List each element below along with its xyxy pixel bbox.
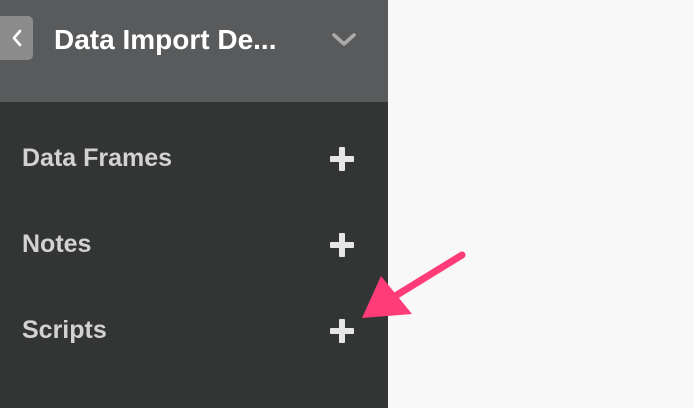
chevron-left-icon: [12, 29, 21, 47]
project-dropdown-toggle[interactable]: [328, 26, 360, 54]
back-button[interactable]: [0, 16, 33, 60]
scripts-add-button[interactable]: [328, 317, 356, 345]
section-data-frames: Data Frames: [0, 128, 388, 188]
plus-icon: [330, 319, 354, 343]
sidebar: Data Import De... Data Frames Notes Scri…: [0, 0, 388, 408]
sidebar-header: Data Import De...: [0, 0, 388, 102]
main-content-area: [388, 0, 694, 408]
data-frames-add-button[interactable]: [328, 145, 356, 173]
chevron-down-icon: [332, 33, 356, 46]
section-label-notes[interactable]: Notes: [22, 214, 91, 274]
plus-icon: [330, 147, 354, 171]
section-notes: Notes: [0, 214, 388, 274]
notes-add-button[interactable]: [328, 231, 356, 259]
app-window: Data Import De... Data Frames Notes Scri…: [0, 0, 694, 408]
section-label-data-frames[interactable]: Data Frames: [22, 128, 172, 188]
section-label-scripts[interactable]: Scripts: [22, 300, 107, 360]
section-scripts: Scripts: [0, 300, 388, 360]
plus-icon: [330, 233, 354, 257]
project-title[interactable]: Data Import De...: [54, 20, 322, 60]
